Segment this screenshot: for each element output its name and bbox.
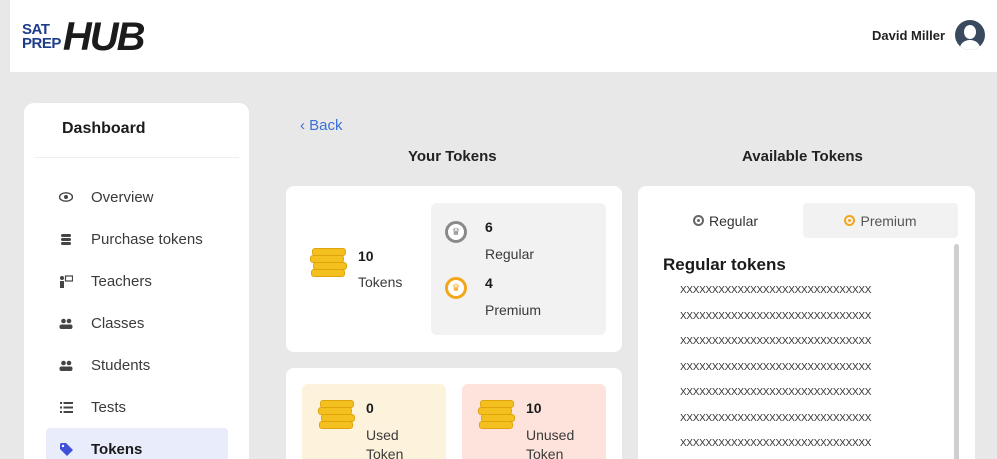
sidebar-item-label: Overview xyxy=(91,188,154,206)
regular-tokens-value: 6 xyxy=(485,219,493,235)
user-menu[interactable]: David Miller xyxy=(872,20,985,50)
regular-token-icon: ♛ xyxy=(445,221,467,243)
available-tokens-heading: Available Tokens xyxy=(742,148,863,165)
unused-tokens-label: Unused xyxy=(526,427,575,443)
teacher-icon xyxy=(59,274,73,288)
sidebar-item-label: Tokens xyxy=(91,440,143,458)
logo-small-text: SAT PREP xyxy=(22,21,61,52)
coins-icon xyxy=(59,232,73,246)
back-link[interactable]: ‹ Back xyxy=(300,117,343,134)
tag-icon xyxy=(59,442,73,456)
total-tokens-value: 10 xyxy=(358,248,374,264)
sidebar-item-label: Teachers xyxy=(91,272,152,290)
sidebar-item-students[interactable]: Students xyxy=(46,344,228,386)
premium-tokens-label: Premium xyxy=(485,302,542,318)
list-item: XXXXXXXXXXXXXXXXXXXXXXXXXXXXXX xyxy=(680,285,872,296)
avatar[interactable] xyxy=(955,20,985,50)
sidebar-item-tests[interactable]: Tests xyxy=(46,386,228,428)
premium-token-icon xyxy=(844,215,856,226)
list-icon xyxy=(59,400,73,414)
list-item: XXXXXXXXXXXXXXXXXXXXXXXXXXXXXX xyxy=(680,310,872,322)
coins-icon xyxy=(478,400,515,430)
token-summary-card: 10 Tokens ♛ 6 Regular ♛ 4 Premium xyxy=(286,186,622,352)
coins-icon xyxy=(310,248,347,278)
list-item: XXXXXXXXXXXXXXXXXXXXXXXXXXXXXX xyxy=(680,438,872,449)
group-icon xyxy=(59,316,73,330)
user-name: David Miller xyxy=(872,27,945,43)
regular-token-icon xyxy=(692,215,704,226)
app-logo[interactable]: SAT PREP HUB xyxy=(22,15,146,59)
token-usage-card: 0 Used Token 10 Unused Token xyxy=(286,368,622,459)
sidebar-item-label: Purchase tokens xyxy=(91,230,203,248)
list-item: XXXXXXXXXXXXXXXXXXXXXXXXXXXXXX xyxy=(680,361,872,373)
regular-tokens-list: XXXXXXXXXXXXXXXXXXXXXXXXXXXXXX XXXXXXXXX… xyxy=(680,284,940,459)
used-tokens-value: 0 xyxy=(366,400,374,416)
list-item: XXXXXXXXXXXXXXXXXXXXXXXXXXXXXX xyxy=(680,387,872,398)
eye-icon xyxy=(59,190,73,204)
sidebar-item-teachers[interactable]: Teachers xyxy=(46,260,228,302)
token-breakdown: ♛ 6 Regular ♛ 4 Premium xyxy=(431,203,606,335)
regular-tokens-label: Regular xyxy=(485,246,535,262)
premium-token-icon: ♛ xyxy=(445,277,467,299)
your-tokens-heading: Your Tokens xyxy=(408,148,497,165)
sidebar-item-label: Tests xyxy=(91,398,127,416)
top-bar: SAT PREP HUB David Miller xyxy=(10,0,997,72)
scrollbar[interactable] xyxy=(954,244,959,459)
sidebar: Dashboard Overview Purchase tokens Teach… xyxy=(24,103,249,459)
used-tokens-label: Used xyxy=(366,427,399,443)
sidebar-item-label: Classes xyxy=(91,314,145,332)
tab-premium[interactable]: Premium xyxy=(803,203,958,238)
available-tokens-card: Regular Premium Regular tokens XXXXXXXXX… xyxy=(638,186,975,459)
sidebar-divider xyxy=(34,157,239,158)
unused-token-tile: 10 Unused Token xyxy=(462,384,606,459)
group-icon xyxy=(59,358,73,372)
regular-tokens-title: Regular tokens xyxy=(663,255,786,274)
unused-tokens-label-2: Token xyxy=(526,446,564,459)
sidebar-title: Dashboard xyxy=(62,120,146,137)
coins-icon xyxy=(318,400,355,430)
used-token-tile: 0 Used Token xyxy=(302,384,446,459)
sidebar-item-purchase-tokens[interactable]: Purchase tokens xyxy=(46,218,228,260)
list-item: XXXXXXXXXXXXXXXXXXXXXXXXXXXXXX xyxy=(680,412,872,424)
list-item: XXXXXXXXXXXXXXXXXXXXXXXXXXXXXX xyxy=(680,336,872,347)
logo-big-text: HUB xyxy=(62,15,146,59)
unused-tokens-value: 10 xyxy=(526,400,542,416)
sidebar-item-classes[interactable]: Classes xyxy=(46,302,228,344)
sidebar-nav: Overview Purchase tokens Teachers Classe… xyxy=(46,176,228,459)
sidebar-item-overview[interactable]: Overview xyxy=(46,176,228,218)
total-tokens-label: Tokens xyxy=(358,274,403,290)
used-tokens-label-2: Token xyxy=(366,446,404,459)
sidebar-item-tokens[interactable]: Tokens xyxy=(46,428,228,459)
sidebar-item-label: Students xyxy=(91,356,151,374)
tab-regular[interactable]: Regular xyxy=(648,203,803,238)
premium-tokens-value: 4 xyxy=(485,275,493,291)
token-type-tabs: Regular Premium xyxy=(648,203,958,238)
